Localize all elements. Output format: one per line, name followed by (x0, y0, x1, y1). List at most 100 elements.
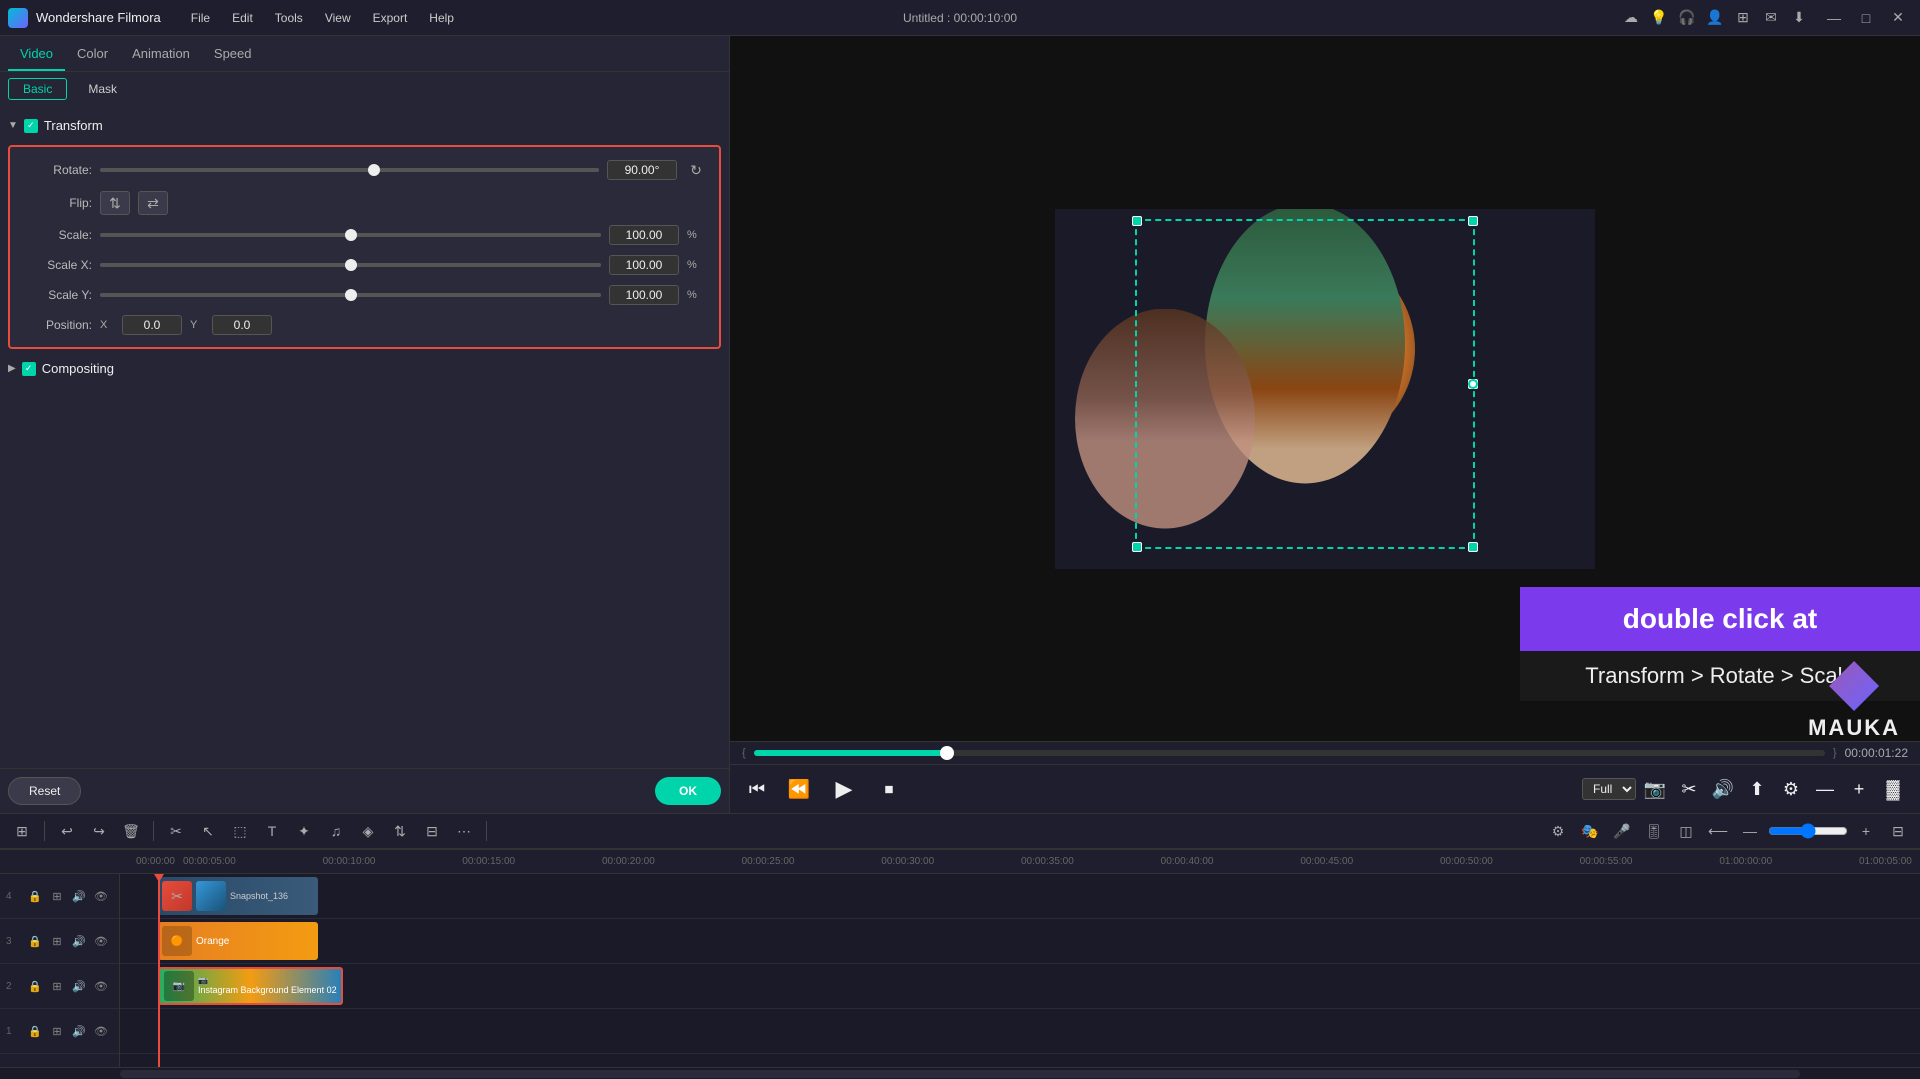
toolbar-cut-button[interactable]: ✂ (162, 817, 190, 845)
scale-y-thumb[interactable] (345, 289, 357, 301)
flip-horizontal-button[interactable]: ⇅ (100, 191, 130, 215)
tab-color[interactable]: Color (65, 42, 120, 71)
position-x-value[interactable] (122, 315, 182, 335)
clip-orange[interactable]: 🟠 Orange (158, 922, 318, 960)
tab-animation[interactable]: Animation (120, 42, 202, 71)
transform-checkbox[interactable]: ✓ (24, 119, 38, 133)
rotate-handle[interactable] (1468, 379, 1478, 389)
settings-button[interactable]: ⚙ (1776, 774, 1806, 804)
track-mute-4[interactable]: 🔊 (70, 887, 88, 905)
fullscreen-button[interactable]: ▓ (1878, 774, 1908, 804)
export-button[interactable]: ⬆ (1742, 774, 1772, 804)
timeline-zoom-slider[interactable] (1768, 823, 1848, 839)
track-group-1[interactable]: ⊞ (48, 1022, 66, 1040)
rotate-slider[interactable] (100, 168, 599, 172)
track-visibility-3[interactable]: 👁 (92, 932, 110, 950)
download-icon[interactable]: ⬇ (1788, 7, 1810, 29)
toolbar-more-button[interactable]: ⋯ (450, 817, 478, 845)
toolbar-audio-button[interactable]: ♫ (322, 817, 350, 845)
minimize-button[interactable]: — (1820, 8, 1848, 28)
grid-icon[interactable]: ⊞ (1732, 7, 1754, 29)
scrollbar-track[interactable] (120, 1070, 1800, 1078)
toolbar-link-right[interactable]: ⟵ (1704, 817, 1732, 845)
toolbar-settings-right[interactable]: ⚙ (1544, 817, 1572, 845)
reset-button[interactable]: Reset (8, 777, 81, 805)
menu-tools[interactable]: Tools (265, 7, 313, 29)
handle-bl[interactable] (1132, 542, 1142, 552)
resolution-select[interactable]: Full (1582, 778, 1636, 800)
compositing-section-header[interactable]: ▶ ✓ Compositing (8, 357, 721, 380)
scale-slider[interactable] (100, 233, 601, 237)
scale-x-thumb[interactable] (345, 259, 357, 271)
track-lock-3[interactable]: 🔒 (26, 932, 44, 950)
playhead[interactable] (158, 874, 160, 1067)
sub-tab-basic[interactable]: Basic (8, 78, 67, 100)
toolbar-redo-button[interactable]: ↪ (85, 817, 113, 845)
rotate-value[interactable] (607, 160, 677, 180)
toolbar-crop-button[interactable]: ⬚ (226, 817, 254, 845)
track-visibility-4[interactable]: 👁 (92, 887, 110, 905)
compositing-checkbox[interactable]: ✓ (22, 362, 36, 376)
toolbar-transition-button[interactable]: ⇅ (386, 817, 414, 845)
clip-instagram[interactable]: 📷 📷 Instagram Background Element 02 (158, 967, 343, 1005)
menu-edit[interactable]: Edit (222, 7, 263, 29)
zoom-out-button[interactable]: — (1810, 774, 1840, 804)
selection-box[interactable] (1135, 219, 1475, 549)
track-group-2[interactable]: ⊞ (48, 977, 66, 995)
zoom-in-button[interactable]: + (1844, 774, 1874, 804)
preview-progress-bar[interactable] (754, 750, 1825, 756)
stop-button[interactable]: ⏹ (874, 774, 904, 804)
scale-y-slider[interactable] (100, 293, 601, 297)
toolbar-effects-button[interactable]: ✦ (290, 817, 318, 845)
screenshot-button[interactable]: 📷 (1640, 774, 1670, 804)
skip-back-button[interactable]: ⏮ (742, 774, 772, 804)
mail-icon[interactable]: ✉ (1760, 7, 1782, 29)
toolbar-sticker-button[interactable]: ◈ (354, 817, 382, 845)
track-mute-2[interactable]: 🔊 (70, 977, 88, 995)
track-lock-2[interactable]: 🔒 (26, 977, 44, 995)
audio-button[interactable]: 🔊 (1708, 774, 1738, 804)
toolbar-mix-right[interactable]: 🎚 (1640, 817, 1668, 845)
toolbar-speed-button[interactable]: ⊟ (418, 817, 446, 845)
headset-icon[interactable]: 🎧 (1676, 7, 1698, 29)
scale-y-value[interactable] (609, 285, 679, 305)
handle-br[interactable] (1468, 542, 1478, 552)
tab-speed[interactable]: Speed (202, 42, 264, 71)
flip-vertical-button[interactable]: ⇄ (138, 191, 168, 215)
toolbar-add-button[interactable]: ⊞ (8, 817, 36, 845)
toolbar-undo-button[interactable]: ↩ (53, 817, 81, 845)
menu-help[interactable]: Help (419, 7, 464, 29)
scale-thumb[interactable] (345, 229, 357, 241)
toolbar-mic-right[interactable]: 🎤 (1608, 817, 1636, 845)
step-back-button[interactable]: ⏪ (784, 774, 814, 804)
toolbar-zoom-out-right[interactable]: — (1736, 817, 1764, 845)
close-button[interactable]: ✕ (1884, 8, 1912, 28)
toolbar-snap-right[interactable]: ◫ (1672, 817, 1700, 845)
toolbar-fit-right[interactable]: ⊟ (1884, 817, 1912, 845)
rotate-reset-button[interactable]: ↻ (685, 159, 707, 181)
handle-tl[interactable] (1132, 216, 1142, 226)
track-group-4[interactable]: ⊞ (48, 887, 66, 905)
toolbar-zoom-in-right[interactable]: + (1852, 817, 1880, 845)
ok-button[interactable]: OK (655, 777, 721, 805)
track-mute-1[interactable]: 🔊 (70, 1022, 88, 1040)
track-group-3[interactable]: ⊞ (48, 932, 66, 950)
cloud-icon[interactable]: ☁ (1620, 7, 1642, 29)
toolbar-delete-button[interactable]: 🗑 (117, 817, 145, 845)
menu-file[interactable]: File (181, 7, 220, 29)
user-icon[interactable]: 👤 (1704, 7, 1726, 29)
scale-x-value[interactable] (609, 255, 679, 275)
maximize-button[interactable]: □ (1852, 8, 1880, 28)
position-y-value[interactable] (212, 315, 272, 335)
menu-view[interactable]: View (315, 7, 361, 29)
transform-section-header[interactable]: ▼ ✓ Transform (8, 114, 721, 137)
track-mute-3[interactable]: 🔊 (70, 932, 88, 950)
track-visibility-2[interactable]: 👁 (92, 977, 110, 995)
track-lock-4[interactable]: 🔒 (26, 887, 44, 905)
handle-tr[interactable] (1468, 216, 1478, 226)
sub-tab-mask[interactable]: Mask (73, 78, 132, 100)
clip-snapshot[interactable]: ✂ Snapshot_136 (158, 877, 318, 915)
toolbar-effects-right[interactable]: 🎭 (1576, 817, 1604, 845)
menu-export[interactable]: Export (363, 7, 418, 29)
bulb-icon[interactable]: 💡 (1648, 7, 1670, 29)
